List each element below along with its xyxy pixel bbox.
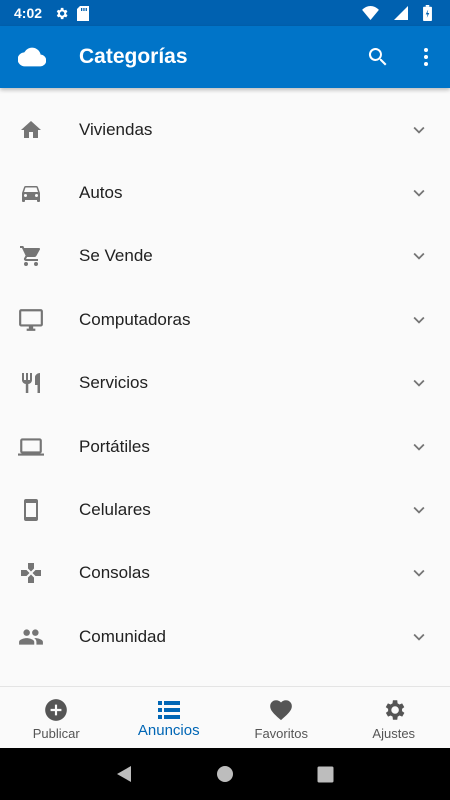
more-vert-icon: [424, 48, 428, 66]
category-item-celulares[interactable]: Celulares: [0, 478, 450, 541]
list-icon: [157, 700, 180, 719]
app-bar: Categorías: [0, 26, 450, 88]
app-screen: 4:02 Categorías Viviendas Autos Se Vende…: [0, 0, 450, 800]
signal-icon: [394, 6, 408, 20]
category-item-autos[interactable]: Autos: [0, 161, 450, 224]
status-time: 4:02: [14, 5, 43, 21]
recents-square-icon: [317, 766, 334, 782]
nav-label: Ajustes: [372, 725, 416, 741]
nav-label: Anuncios: [137, 721, 200, 739]
sd-card-icon: [77, 5, 90, 21]
category-label: Celulares: [79, 500, 151, 520]
category-label: Autos: [79, 183, 123, 203]
cart-icon: [0, 244, 62, 268]
category-list: Viviendas Autos Se Vende Computadoras Se…: [0, 98, 450, 669]
cloud-icon: [2, 47, 62, 67]
recents-button[interactable]: [306, 754, 346, 794]
search-button[interactable]: [354, 33, 402, 81]
category-label: Se Vende: [79, 246, 153, 266]
home-icon: [0, 118, 62, 142]
chevron-down-icon: [408, 499, 430, 521]
category-label: Comunidad: [79, 626, 166, 646]
heart-icon: [270, 699, 293, 720]
chevron-down-icon: [408, 119, 430, 141]
chevron-down-icon: [408, 245, 430, 267]
category-label: Viviendas: [79, 119, 153, 139]
category-label: Servicios: [79, 373, 148, 393]
back-button[interactable]: [104, 754, 144, 794]
category-item-computadoras[interactable]: Computadoras: [0, 288, 450, 351]
nav-anuncios[interactable]: Anuncios: [113, 687, 226, 748]
gear-icon: [54, 6, 69, 21]
category-item-comunidad[interactable]: Comunidad: [0, 605, 450, 668]
category-item-consolas[interactable]: Consolas: [0, 542, 450, 605]
category-item-viviendas[interactable]: Viviendas: [0, 98, 450, 161]
desktop-icon: [0, 307, 62, 333]
search-icon: [368, 48, 387, 66]
chevron-down-icon: [408, 182, 430, 204]
people-icon: [0, 624, 62, 650]
laptop-icon: [0, 434, 62, 460]
status-bar: 4:02: [0, 0, 450, 26]
chevron-down-icon: [408, 562, 430, 584]
nav-label: Favoritos: [254, 725, 308, 741]
chevron-down-icon: [408, 626, 430, 648]
nav-publicar[interactable]: Publicar: [0, 687, 113, 748]
category-label: Consolas: [79, 563, 150, 583]
smartphone-icon: [0, 498, 62, 522]
more-options-button[interactable]: [402, 33, 450, 81]
bottom-navigation: Publicar Anuncios Favoritos Ajustes: [0, 686, 450, 748]
category-item-se-vende[interactable]: Se Vende: [0, 225, 450, 288]
chevron-down-icon: [408, 309, 430, 331]
nav-ajustes[interactable]: Ajustes: [338, 687, 450, 748]
category-item-servicios[interactable]: Servicios: [0, 352, 450, 415]
chevron-down-icon: [408, 436, 430, 458]
battery-icon: [423, 5, 432, 21]
nav-label: Publicar: [32, 725, 80, 741]
page-title: Categorías: [79, 45, 188, 68]
category-label: Portátiles: [79, 436, 150, 456]
nav-favoritos[interactable]: Favoritos: [225, 687, 338, 748]
category-label: Computadoras: [79, 309, 191, 329]
settings-icon: [385, 699, 405, 720]
system-navigation-bar: [0, 748, 450, 800]
back-triangle-icon: [117, 766, 132, 782]
gamepad-icon: [0, 561, 62, 585]
car-icon: [0, 181, 62, 205]
home-button[interactable]: [205, 754, 245, 794]
category-item-portatiles[interactable]: Portátiles: [0, 415, 450, 478]
chevron-down-icon: [408, 372, 430, 394]
restaurant-icon: [0, 371, 62, 395]
wifi-icon: [362, 6, 379, 20]
home-circle-icon: [216, 766, 233, 782]
add-circle-icon: [45, 698, 68, 721]
